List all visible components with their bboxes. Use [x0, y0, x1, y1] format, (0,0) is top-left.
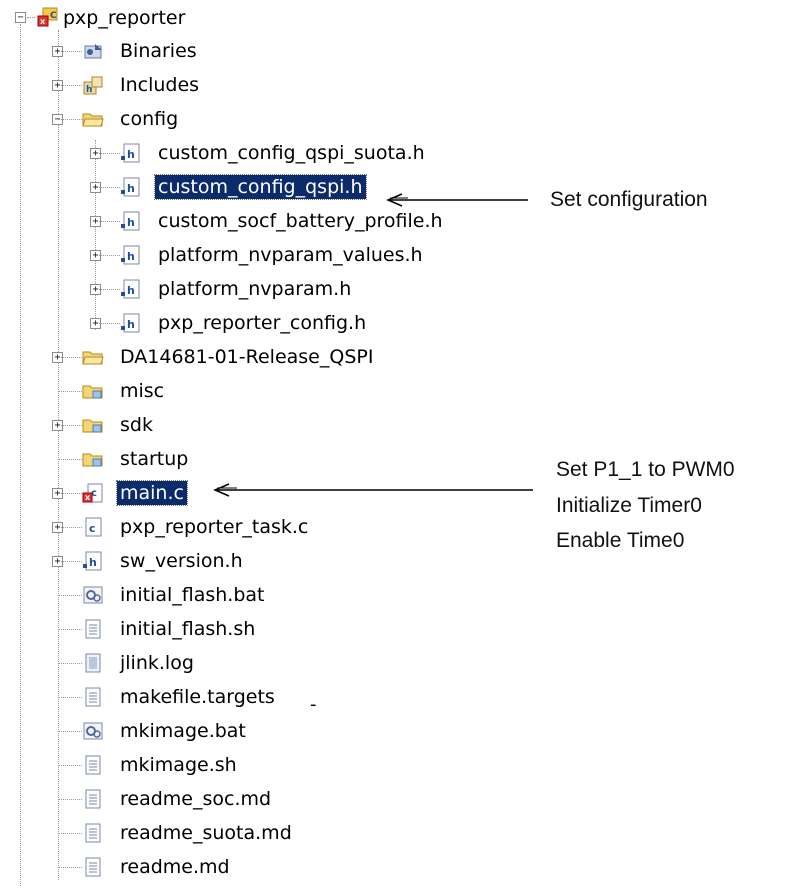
header-file-icon: h — [83, 551, 102, 571]
tree-root-label[interactable]: pxp_reporter — [60, 6, 188, 30]
svg-text:c: c — [89, 522, 96, 535]
text-file-icon — [85, 823, 101, 843]
svg-text:h: h — [89, 556, 97, 569]
header-file-icon: h — [121, 245, 140, 265]
folder-icon — [82, 351, 104, 365]
tree-item-label[interactable]: readme_soc.md — [117, 787, 274, 811]
tree-item-label[interactable]: custom_socf_battery_profile.h — [155, 209, 446, 233]
svg-text:h: h — [127, 216, 135, 229]
linked-folder-icon — [82, 385, 103, 399]
tree-item-label[interactable]: initial_flash.sh — [117, 617, 258, 641]
tree-item-label[interactable]: Includes — [117, 73, 202, 97]
log-file-icon — [85, 653, 101, 673]
tree-item-label[interactable]: Binaries — [117, 39, 200, 63]
svg-text:h: h — [127, 182, 135, 195]
tree-item-label[interactable]: makefile.targets — [117, 685, 278, 709]
arrow-to-main-c — [213, 483, 533, 497]
text-file-icon — [85, 687, 101, 707]
svg-text:h: h — [86, 85, 92, 95]
svg-text:h: h — [127, 148, 135, 161]
stray-dash: - — [310, 694, 317, 715]
linked-folder-icon — [82, 453, 103, 467]
includes-icon: h — [83, 76, 103, 95]
tree-item-label[interactable]: sw_version.h — [117, 549, 246, 573]
tree-item-label[interactable]: mkimage.sh — [117, 753, 240, 777]
annotation-set-p1-pwm0: Set P1_1 to PWM0 — [556, 458, 735, 481]
bat-file-icon — [83, 586, 103, 604]
header-file-icon: h — [121, 211, 140, 231]
root-collapse-toggle[interactable]: − — [15, 12, 26, 23]
text-file-icon — [85, 755, 101, 775]
tree-item-label[interactable]: platform_nvparam_values.h — [155, 243, 426, 267]
svg-text:h: h — [127, 284, 135, 297]
tree-item-label[interactable]: platform_nvparam.h — [155, 277, 354, 301]
c-file-icon: c — [85, 517, 102, 537]
tree-item-label[interactable]: misc — [117, 379, 167, 403]
svg-text:C: C — [50, 11, 57, 21]
folder-open-icon — [82, 113, 104, 127]
header-file-icon: h — [121, 143, 140, 163]
svg-text:x: x — [85, 493, 91, 502]
tree-item-label[interactable]: pxp_reporter_task.c — [117, 515, 311, 539]
tree-item-label[interactable]: custom_config_qspi_suota.h — [155, 141, 428, 165]
svg-text:h: h — [127, 250, 135, 263]
tree-item-label[interactable]: config — [117, 107, 181, 131]
project-icon: C x — [37, 7, 58, 27]
text-file-icon — [85, 789, 101, 809]
project-explorer-tree: − C x pxp_reporter + Binaries + h Includes − c… — [0, 0, 789, 890]
tree-item-label[interactable]: initial_flash.bat — [117, 583, 268, 607]
c-file-error-icon: cx — [82, 483, 103, 503]
tree-item-label[interactable]: custom_config_qspi.h — [154, 174, 367, 200]
header-file-icon: h — [121, 313, 140, 333]
svg-text:h: h — [127, 318, 135, 331]
bat-file-icon — [83, 722, 103, 740]
header-file-icon: h — [121, 279, 140, 299]
tree-item-label[interactable]: sdk — [117, 413, 156, 437]
tree-item-label[interactable]: readme_suota.md — [117, 821, 295, 845]
arrow-to-custom-config — [386, 193, 528, 207]
tree-item-label[interactable]: pxp_reporter_config.h — [155, 311, 369, 335]
annotation-initialize-timer0: Initialize Timer0 — [556, 494, 702, 517]
tree-item-label[interactable]: readme.md — [117, 855, 233, 879]
linked-folder-icon — [82, 419, 103, 433]
tree-item-label[interactable]: DA14681-01-Release_QSPI — [117, 345, 376, 369]
tree-item-label[interactable]: startup — [117, 447, 191, 471]
tree-item-label[interactable]: main.c — [116, 480, 188, 506]
tree-item-label[interactable]: jlink.log — [117, 651, 197, 675]
header-file-icon: h — [121, 177, 140, 197]
text-file-icon — [85, 619, 101, 639]
binaries-icon — [84, 44, 102, 59]
annotation-enable-time0: Enable Time0 — [556, 529, 685, 552]
annotation-set-configuration: Set configuration — [550, 188, 708, 211]
tree-item-label[interactable]: mkimage.bat — [117, 719, 249, 743]
svg-text:x: x — [40, 17, 46, 26]
text-file-icon — [85, 857, 101, 877]
